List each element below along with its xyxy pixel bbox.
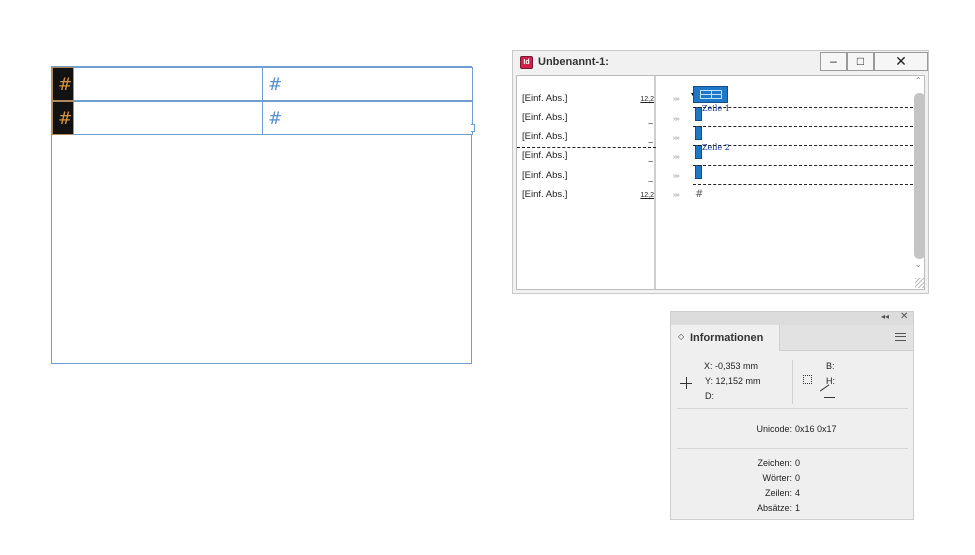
tab-label: Informationen <box>690 332 764 344</box>
y-position: Y: 12,152 mm <box>705 376 761 386</box>
chevron-icon: »» <box>673 154 680 161</box>
style-row: [Einf. Abs.] _ <box>517 131 656 150</box>
cell-marker[interactable] <box>695 126 702 140</box>
scrollbar-thumb[interactable] <box>914 93 925 259</box>
row-divider <box>693 126 913 127</box>
unicode-label: Unicode: <box>756 424 792 434</box>
table-icon[interactable] <box>693 86 728 103</box>
text-frame-out-port[interactable] <box>471 124 475 132</box>
stat-value: 1 <box>795 503 801 513</box>
chevron-icon: »» <box>673 173 680 180</box>
angle-icon <box>824 389 835 398</box>
scroll-up-icon[interactable]: ⌃ <box>915 76 922 85</box>
collapse-icon[interactable]: ◂◂ <box>881 312 889 321</box>
row-divider <box>517 147 656 148</box>
stat-label: Wörter: <box>762 473 792 483</box>
story-editor-titlebar[interactable]: Id Unbenannt-1: – □ ✕ <box>513 51 928 73</box>
table-row[interactable]: # # <box>52 101 473 135</box>
maximize-button[interactable]: □ <box>847 52 874 71</box>
stat-value: 0 <box>795 473 801 483</box>
depth-value: _ <box>648 153 653 162</box>
paragraph-style-label: [Einf. Abs.] <box>522 150 568 161</box>
minimize-button[interactable]: – <box>820 52 847 71</box>
cell-text: # <box>268 109 283 129</box>
paragraph-style-label: [Einf. Abs.] <box>522 131 568 142</box>
paragraph-style-label: [Einf. Abs.] <box>522 112 568 123</box>
depth-value: _ <box>648 115 653 124</box>
table-cell[interactable]: # <box>52 67 74 101</box>
divider <box>677 408 908 409</box>
cell-marker[interactable] <box>695 145 702 159</box>
panel-tab-bar: ◇ Informationen <box>671 325 913 351</box>
row-divider <box>693 184 913 185</box>
table-row[interactable]: # # <box>52 67 473 101</box>
info-panel[interactable]: ◂◂ ✕ ◇ Informationen X: -0,353 mm Y: 12,… <box>670 311 914 520</box>
table-cell[interactable] <box>73 67 263 101</box>
width-value: B: <box>826 361 835 371</box>
indesign-app-icon: Id <box>520 56 533 69</box>
tab-informationen[interactable]: ◇ Informationen <box>671 325 780 351</box>
story-text-area[interactable]: »» »» »» »» »» »» Zeile 1 Zeile 2 # <box>658 76 913 289</box>
distance-value: D: <box>705 391 714 401</box>
unicode-value: 0x16 0x17 <box>795 424 837 434</box>
style-row: [Einf. Abs.] 12,2 <box>517 93 656 112</box>
depth-value: _ <box>648 173 653 182</box>
cell-text: # <box>58 75 73 95</box>
story-end-text: # <box>695 189 704 200</box>
close-icon[interactable]: ✕ <box>900 311 908 322</box>
table-cell[interactable]: # <box>262 101 473 135</box>
vertical-scrollbar[interactable]: ⌃ ⌄ <box>914 76 925 289</box>
divider <box>677 448 908 449</box>
row-label: Zeile 1 <box>702 104 730 113</box>
sort-arrows-icon[interactable]: ◇ <box>678 332 684 341</box>
chevron-icon: »» <box>673 116 680 123</box>
x-position: X: -0,353 mm <box>704 361 759 371</box>
style-row: [Einf. Abs.] _ <box>517 170 656 189</box>
divider <box>792 360 793 404</box>
stat-label: Zeichen: <box>757 458 792 468</box>
chevron-icon: »» <box>673 192 680 199</box>
stat-value: 0 <box>795 458 801 468</box>
cell-marker[interactable] <box>695 165 702 179</box>
style-row: [Einf. Abs.] _ <box>517 150 656 169</box>
row-label: Zeile 2 <box>702 143 730 152</box>
cell-text: # <box>58 109 73 129</box>
table-cell[interactable]: # <box>262 67 473 101</box>
resize-grip[interactable] <box>915 278 925 288</box>
chevron-icon: »» <box>673 96 680 103</box>
stat-label: Absätze: <box>756 503 792 513</box>
text-frame[interactable]: # # # # <box>51 66 475 364</box>
close-button[interactable]: ✕ <box>874 52 928 71</box>
style-row: [Einf. Abs.] _ <box>517 112 656 131</box>
stat-value: 4 <box>795 488 801 498</box>
depth-value: 12,2 <box>640 96 654 103</box>
chevron-icon: »» <box>673 135 680 142</box>
window-title: Unbenannt-1: <box>538 56 609 68</box>
depth-value: 12,2 <box>640 192 654 199</box>
cell-marker[interactable] <box>695 107 702 121</box>
story-editor-body[interactable]: [Einf. Abs.] 12,2 [Einf. Abs.] _ [Einf. … <box>516 75 925 290</box>
style-column: [Einf. Abs.] 12,2 [Einf. Abs.] _ [Einf. … <box>517 76 656 289</box>
row-divider <box>693 165 913 166</box>
crosshair-icon <box>680 377 694 391</box>
paragraph-style-label: [Einf. Abs.] <box>522 189 568 200</box>
paragraph-style-label: [Einf. Abs.] <box>522 93 568 104</box>
stat-label: Zeilen: <box>764 488 792 498</box>
panel-menu-icon[interactable] <box>895 333 906 341</box>
bounding-box-icon <box>803 375 812 384</box>
depth-value: _ <box>648 134 653 143</box>
table-cell[interactable]: # <box>52 101 74 135</box>
height-value: H: <box>826 376 835 386</box>
style-row: [Einf. Abs.] 12,2 <box>517 189 656 208</box>
story-editor-window[interactable]: Id Unbenannt-1: – □ ✕ [Einf. Abs.] 12,2 … <box>512 50 929 294</box>
paragraph-style-label: [Einf. Abs.] <box>522 170 568 181</box>
panel-header-bar[interactable]: ◂◂ ✕ <box>671 311 913 325</box>
scroll-down-icon[interactable]: ⌄ <box>915 260 922 269</box>
table-cell[interactable] <box>73 101 263 135</box>
cell-text: # <box>268 75 283 95</box>
